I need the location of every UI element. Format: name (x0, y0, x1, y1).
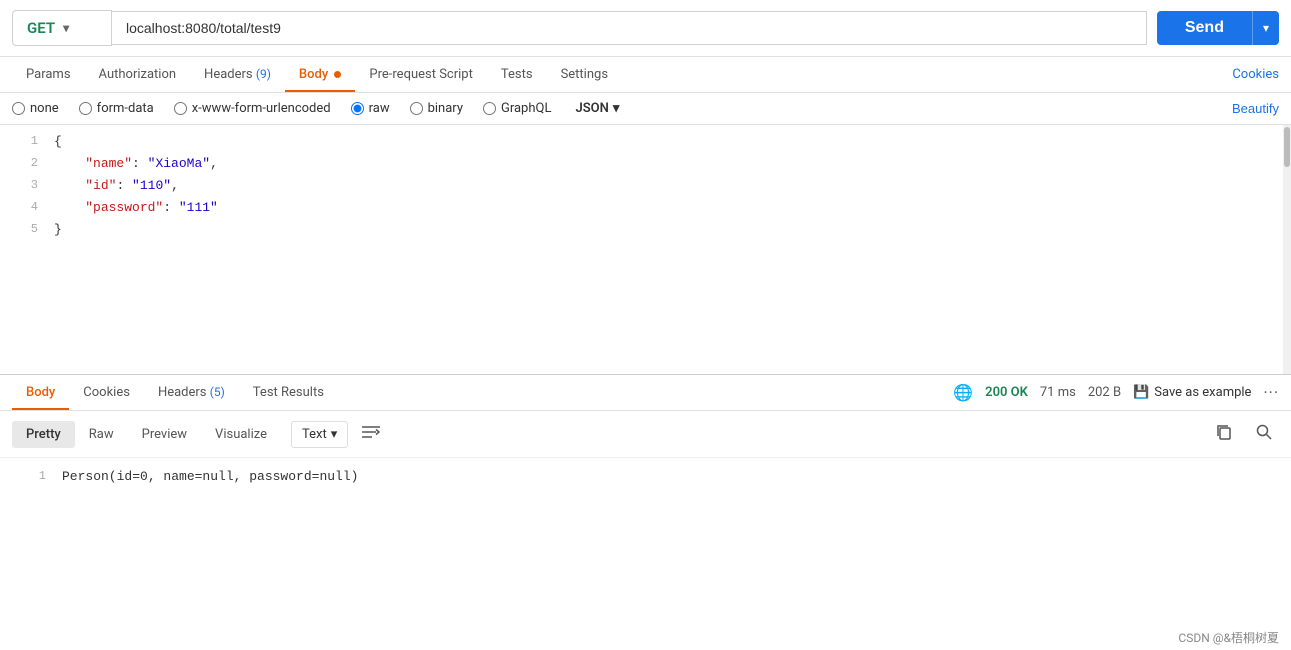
send-btn-group: Send ▾ (1157, 11, 1279, 45)
code-line-3: 3 "id": "110", (0, 175, 1291, 197)
copy-icon[interactable] (1209, 419, 1239, 449)
response-format-bar: Pretty Raw Preview Visualize Text ▾ (0, 411, 1291, 458)
text-format-label: Text (302, 427, 327, 442)
search-icon[interactable] (1249, 419, 1279, 449)
response-section: Body Cookies Headers (5) Test Results 🌐 … (0, 375, 1291, 528)
method-selector[interactable]: GET ▾ (12, 10, 112, 46)
scrollbar-thumb (1284, 127, 1290, 167)
method-chevron-icon: ▾ (63, 21, 69, 35)
option-raw[interactable]: raw (351, 101, 390, 116)
resp-content: Person(id=0, name=null, password=null) (62, 466, 358, 488)
text-chevron-icon: ▾ (331, 427, 338, 442)
globe-icon: 🌐 (953, 383, 973, 402)
response-tabs: Body Cookies Headers (5) Test Results 🌐 … (0, 375, 1291, 411)
code-line-5: 5 } (0, 219, 1291, 241)
footer-text: CSDN @&梧桐树夏 (1178, 631, 1279, 645)
option-graphql[interactable]: GraphQL (483, 101, 551, 116)
code-line-2: 2 "name": "XiaoMa", (0, 153, 1291, 175)
tab-pre-request-script[interactable]: Pre-request Script (355, 57, 486, 92)
body-options: none form-data x-www-form-urlencoded raw… (0, 93, 1291, 125)
wrap-icon[interactable] (356, 421, 386, 447)
beautify-button[interactable]: Beautify (1232, 101, 1279, 116)
tab-tests[interactable]: Tests (487, 57, 547, 92)
method-label: GET (27, 19, 55, 37)
fmt-tab-visualize[interactable]: Visualize (201, 421, 281, 448)
resp-headers-badge: (5) (210, 385, 225, 399)
resp-format-right (1209, 419, 1279, 449)
code-editor[interactable]: 1 { 2 "name": "XiaoMa", 3 "id": "110", 4… (0, 125, 1291, 375)
cookies-link[interactable]: Cookies (1232, 57, 1279, 92)
save-icon: 💾 (1133, 385, 1149, 400)
url-input[interactable] (112, 11, 1147, 45)
option-binary[interactable]: binary (410, 101, 463, 116)
code-line-1: 1 { (0, 131, 1291, 153)
tab-authorization[interactable]: Authorization (85, 57, 191, 92)
url-bar: GET ▾ Send ▾ (0, 0, 1291, 57)
fmt-tab-preview[interactable]: Preview (128, 421, 201, 448)
fmt-tab-pretty[interactable]: Pretty (12, 421, 75, 448)
resp-line-1: 1 Person(id=0, name=null, password=null) (8, 466, 1283, 488)
json-chevron-icon: ▾ (613, 101, 620, 116)
response-body: 1 Person(id=0, name=null, password=null) (0, 458, 1291, 528)
send-chevron-button[interactable]: ▾ (1252, 11, 1279, 45)
option-form-data[interactable]: form-data (79, 101, 154, 116)
json-format-label: JSON (575, 101, 608, 116)
send-button[interactable]: Send (1157, 11, 1252, 45)
editor-scrollbar[interactable] (1283, 125, 1291, 374)
response-size: 202 B (1088, 385, 1121, 400)
tab-params[interactable]: Params (12, 57, 85, 92)
request-tabs: Params Authorization Headers (9) Body Pr… (0, 57, 1291, 93)
tab-body[interactable]: Body (285, 57, 356, 92)
option-urlencoded[interactable]: x-www-form-urlencoded (174, 101, 331, 116)
json-format-dropdown[interactable]: JSON ▾ (575, 101, 619, 116)
more-options-icon[interactable]: ··· (1263, 383, 1279, 402)
resp-tab-test-results[interactable]: Test Results (239, 375, 338, 410)
code-line-4: 4 "password": "111" (0, 197, 1291, 219)
headers-badge: (9) (256, 67, 271, 81)
resp-tab-headers[interactable]: Headers (5) (144, 375, 239, 410)
status-badge: 200 OK (985, 385, 1028, 400)
text-format-dropdown[interactable]: Text ▾ (291, 421, 348, 448)
response-time: 71 ms (1040, 385, 1076, 400)
option-none[interactable]: none (12, 101, 59, 116)
response-meta: 🌐 200 OK 71 ms 202 B 💾 Save as example ·… (953, 383, 1279, 402)
save-example-label: Save as example (1154, 385, 1251, 400)
tab-headers[interactable]: Headers (9) (190, 57, 285, 92)
resp-tab-cookies[interactable]: Cookies (69, 375, 144, 410)
body-dot-icon (334, 71, 341, 78)
resp-tab-body[interactable]: Body (12, 375, 69, 410)
save-example-button[interactable]: 💾 Save as example (1133, 385, 1251, 400)
tab-settings[interactable]: Settings (547, 57, 622, 92)
fmt-tab-raw[interactable]: Raw (75, 421, 128, 448)
footer: CSDN @&梧桐树夏 (1166, 625, 1291, 650)
